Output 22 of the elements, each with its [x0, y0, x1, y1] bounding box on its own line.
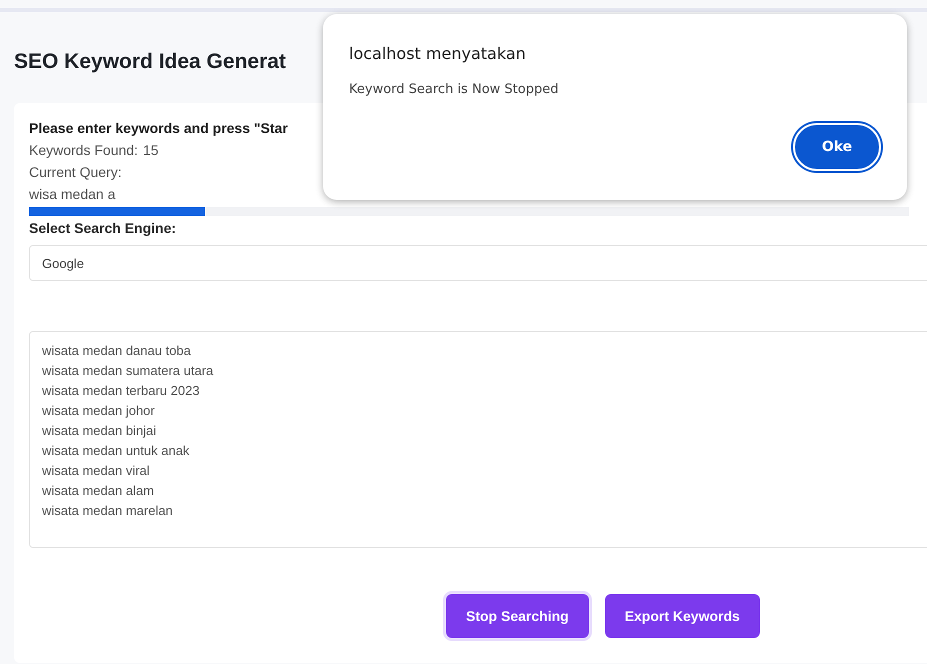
instruction-text: Please enter keywords and press "Star	[29, 119, 289, 138]
dialog-title: localhost menyatakan	[349, 44, 527, 63]
search-engine-label: Select Search Engine:	[29, 219, 178, 238]
stop-searching-button[interactable]: Stop Searching	[446, 594, 589, 638]
ok-button[interactable]: Oke	[793, 123, 881, 171]
keyword-item: wisata medan binjai	[42, 422, 158, 440]
dialog-message: Keyword Search is Now Stopped	[349, 82, 560, 97]
keyword-item: wisata medan danau toba	[42, 342, 192, 360]
keywords-found-label: Keywords Found:	[29, 141, 138, 160]
keywords-found-count: 15	[142, 141, 159, 160]
keyword-item: wisata medan viral	[42, 462, 151, 480]
keyword-item: wisata medan marelan	[42, 502, 174, 520]
keyword-item: wisata medan johor	[42, 402, 156, 420]
current-query-label: Current Query:	[29, 163, 122, 182]
export-keywords-button[interactable]: Export Keywords	[604, 594, 760, 638]
keyword-item: wisata medan untuk anak	[42, 442, 190, 460]
page-title: SEO Keyword Idea Generat	[14, 50, 286, 75]
search-engine-select[interactable]: Google	[29, 245, 927, 281]
keyword-item: wisata medan sumatera utara	[42, 362, 214, 380]
keyword-item: wisata medan terbaru 2023	[42, 382, 201, 400]
keyword-item: wisata medan alam	[42, 482, 155, 500]
current-query-text: wisa medan a	[29, 185, 116, 204]
